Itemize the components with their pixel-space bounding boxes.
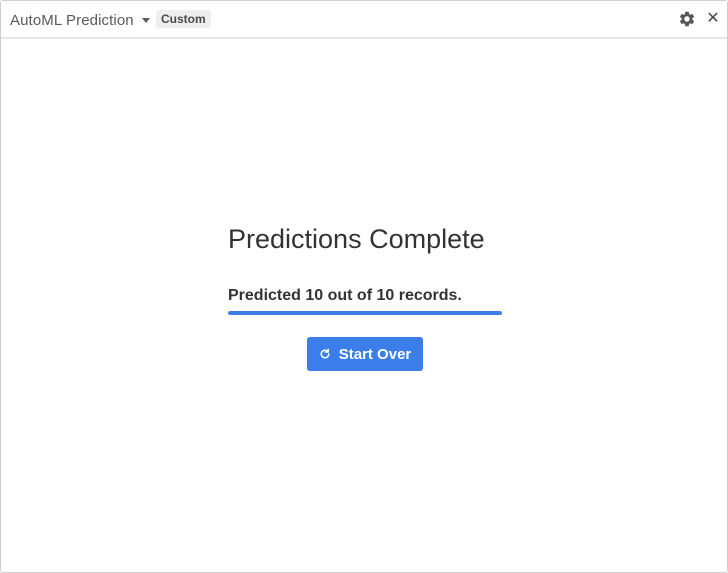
refresh-icon: [320, 348, 330, 359]
progress-bar: [228, 311, 502, 315]
title-bar: AutoML Prediction Custom ✕: [1, 1, 727, 39]
app-window: AutoML Prediction Custom ✕ Predictions C…: [0, 0, 728, 573]
close-button[interactable]: ✕: [705, 10, 721, 28]
gear-icon: [679, 11, 695, 27]
app-title: AutoML Prediction: [10, 11, 134, 29]
custom-badge: Custom: [156, 10, 211, 28]
start-over-button[interactable]: Start Over: [307, 337, 423, 371]
status-text: Predicted 10 out of 10 records.: [228, 287, 462, 304]
close-icon: ✕: [706, 10, 720, 27]
chevron-down-icon: [141, 17, 150, 23]
app-switcher[interactable]: AutoML Prediction: [10, 10, 150, 30]
page-title: Predictions Complete: [228, 224, 485, 254]
start-over-label: Start Over: [338, 345, 412, 363]
settings-button[interactable]: [678, 10, 696, 28]
progress-fill: [228, 311, 502, 315]
